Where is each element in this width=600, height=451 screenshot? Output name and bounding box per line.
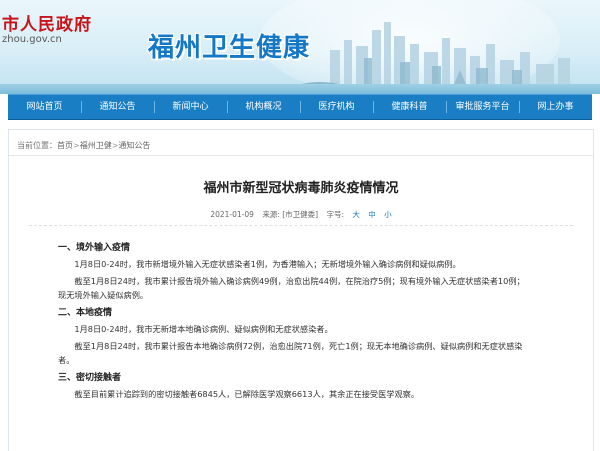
breadcrumb-notices[interactable]: 通知公告 — [118, 141, 150, 150]
section-heading: 二、本地疫情 — [58, 308, 113, 318]
article-source: 来源: [市卫健委] — [262, 210, 319, 219]
font-size-large-button[interactable]: 大 — [352, 210, 360, 219]
city-skyline-graphic — [300, 22, 600, 94]
article-title: 福州市新型冠状病毒肺炎疫情情况 — [203, 181, 399, 196]
main-navigation: 网站首页 通知公告 新闻中心 机构概况 医疗机构 健康科普 审批服务平台 网上办… — [8, 94, 592, 120]
article-paragraph: 截至1月8日24时，我市累计报告本地确诊病例72例，治愈出院71例，死亡1例；现… — [58, 341, 523, 365]
article-meta: 2021-01-09 来源: [市卫健委] 字号: 大 中 小 — [9, 209, 593, 220]
article-body: 一、境外输入疫情 1月8日0-24时，我市新增境外输入无症状感染者1例，为香港输… — [58, 237, 528, 404]
article-paragraph: 1月8日0-24时，我市新增境外输入无症状感染者1例，为香港输入；无新增境外输入… — [74, 259, 461, 269]
breadcrumb-home[interactable]: 首页 — [57, 141, 73, 150]
nav-home[interactable]: 网站首页 — [8, 95, 81, 119]
breadcrumb-label: 当前位置： — [17, 141, 57, 150]
banner-water — [0, 84, 600, 94]
font-size-medium-button[interactable]: 中 — [368, 210, 376, 219]
nav-health-education[interactable]: 健康科普 — [373, 95, 446, 119]
nav-news[interactable]: 新闻中心 — [154, 95, 227, 119]
nav-organization[interactable]: 机构概况 — [227, 95, 300, 119]
section-heading: 三、密切接触者 — [58, 373, 122, 383]
government-domain: zhou.gov.cn — [2, 34, 62, 45]
article-paragraph: 截至目前累计追踪到的密切接触者6845人，已解除医学观察6613人，其余正在接受… — [74, 389, 420, 399]
breadcrumb: 当前位置：首页>福州卫健>通知公告 — [17, 140, 150, 151]
meta-divider — [29, 225, 573, 226]
nav-notices[interactable]: 通知公告 — [81, 95, 154, 119]
nav-approval-platform[interactable]: 审批服务平台 — [446, 95, 519, 119]
breadcrumb-health-commission[interactable]: 福州卫健 — [80, 141, 112, 150]
article-date: 2021-01-09 — [210, 210, 254, 219]
site-banner: 市人民政府 zhou.gov.cn 福州卫生健康 — [0, 0, 600, 94]
government-name[interactable]: 市人民政府 — [2, 10, 92, 35]
font-size-small-button[interactable]: 小 — [384, 210, 392, 219]
font-size-label: 字号: — [326, 210, 344, 219]
nav-online-services[interactable]: 网上办事 — [519, 95, 592, 119]
breadcrumb-divider — [9, 155, 593, 156]
breadcrumb-separator: > — [73, 141, 80, 150]
article-paragraph: 截至1月8日24时，我市累计报告境外输入确诊病例49例，治愈出院44例，在院治疗… — [58, 276, 525, 300]
section-heading: 一、境外输入疫情 — [58, 243, 131, 253]
site-title[interactable]: 福州卫生健康 — [148, 27, 310, 64]
nav-medical-institutions[interactable]: 医疗机构 — [300, 95, 373, 119]
article-paragraph: 1月8日0-24时，我市无新增本地确诊病例、疑似病例和无症状感染者。 — [74, 324, 333, 334]
